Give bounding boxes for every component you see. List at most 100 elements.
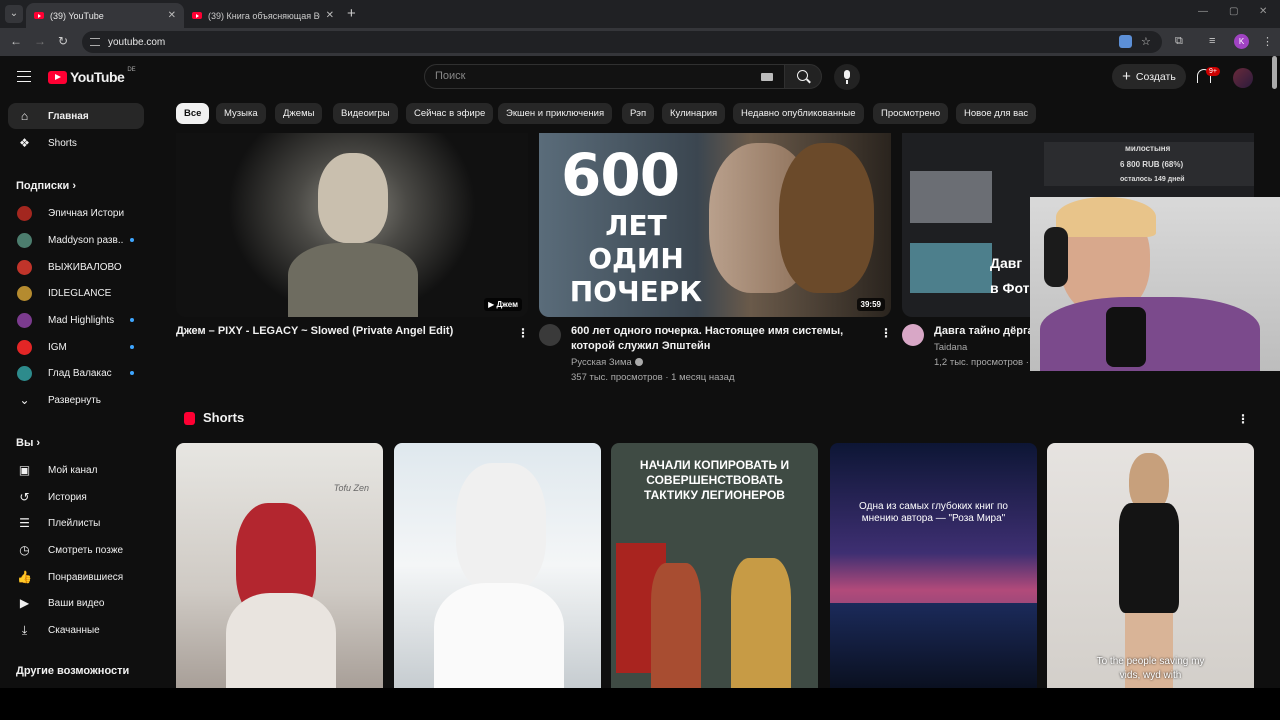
tab-close-icon[interactable]: ✕ (168, 10, 176, 21)
browser-tab-youtube[interactable]: (39) YouTube ✕ (26, 3, 184, 28)
youtube-logo[interactable]: YouTube DE (48, 67, 136, 85)
browser-menu-icon[interactable]: ⋮ (1262, 35, 1273, 48)
chip-music[interactable]: Музыка (216, 103, 266, 124)
sidebar-item-playlists[interactable]: ☰ Плейлисты (8, 510, 144, 536)
video-thumbnail[interactable]: 600 ЛЕТ ОДИН ПОЧЕРК 39:59 (539, 133, 891, 317)
webcam-shirt (1040, 297, 1260, 371)
account-avatar[interactable] (1233, 68, 1253, 88)
sidebar-item-shorts[interactable]: ❖ Shorts (8, 130, 144, 156)
chip-recent[interactable]: Недавно опубликованные (733, 103, 864, 124)
chip-rap[interactable]: Рэп (622, 103, 655, 124)
minimize-button[interactable]: — (1198, 6, 1208, 17)
short-card[interactable] (394, 443, 601, 688)
short-card[interactable]: Tofu Zen (176, 443, 383, 688)
search-icon (797, 70, 808, 81)
forward-icon[interactable]: → (34, 34, 46, 48)
reload-icon[interactable]: ↻ (58, 34, 68, 48)
channel-avatar[interactable] (539, 324, 561, 346)
sidebar-item-label: Понравившиеся (48, 571, 124, 583)
close-window-button[interactable]: ✕ (1259, 6, 1267, 17)
short-card[interactable]: НАЧАЛИ КОПИРОВАТЬ И СОВЕРШЕНСТВОВАТЬ ТАК… (611, 443, 818, 688)
video-title[interactable]: Давга тайно дёрган (934, 324, 1030, 339)
chip-watched[interactable]: Просмотрено (873, 103, 949, 124)
maximize-button[interactable]: ▢ (1229, 6, 1238, 17)
youtube-favicon-icon (34, 12, 44, 19)
create-label: Создать (1135, 70, 1176, 83)
video-title[interactable]: 600 лет одного почерка. Настоящее имя си… (571, 324, 876, 354)
search-button[interactable] (784, 64, 822, 89)
verified-icon (634, 358, 643, 366)
thumbnail-image (910, 171, 992, 223)
browser-address-bar: ← → ↻ youtube.com ☆ ⧉ ≡ K ⋮ (0, 28, 1280, 56)
more-actions-icon[interactable]: ⋮ (880, 326, 892, 340)
subscriptions-title: Подписки (16, 180, 70, 192)
subscription-item[interactable]: Mad Highlights (8, 307, 144, 333)
subscription-item[interactable]: Эпичная История (8, 200, 144, 226)
create-button[interactable]: + Создать (1112, 64, 1186, 89)
chip-action[interactable]: Экшен и приключения (498, 103, 613, 124)
short-caption: To the people saving my vids, wyd with (1096, 656, 1205, 681)
sidebar-item-history[interactable]: ↺ История (8, 484, 144, 510)
subscription-item[interactable]: Maddyson разв... (8, 227, 144, 253)
page-scrollbar[interactable] (1272, 56, 1277, 89)
channel-avatar[interactable] (902, 324, 924, 346)
sidebar-item-your-videos[interactable]: ▶ Ваши видео (8, 590, 144, 616)
site-settings-icon[interactable] (90, 38, 100, 46)
tab-search-button[interactable]: ⌄ (5, 5, 23, 23)
browser-tab-book[interactable]: (39) Книга объясняющая ВСЁ ✕ (184, 3, 342, 28)
new-tab-button[interactable]: + (347, 5, 356, 22)
you-heading[interactable]: Вы › (16, 437, 40, 449)
subscription-item[interactable]: IGM (8, 334, 144, 360)
channel-name: Mad Highlights (48, 314, 115, 326)
video-stats: 1,2 тыс. просмотров · (934, 357, 1029, 368)
donation-days: осталось 149 дней (1120, 176, 1185, 183)
channel-name[interactable]: Taidana (934, 340, 967, 355)
shorts-icon: ❖ (19, 136, 30, 150)
subscription-item[interactable]: ВЫЖИВАЛОВО (8, 254, 144, 280)
short-card[interactable]: To the people saving my vids, wyd with (1047, 443, 1254, 688)
sidebar-item-my-channel[interactable]: ▣ Мой канал (8, 457, 144, 483)
thumbnail-figure (288, 243, 418, 317)
chip-jams[interactable]: Джемы (275, 103, 323, 124)
bookmark-star-icon[interactable]: ☆ (1141, 35, 1151, 48)
thumbnail-figure (779, 143, 874, 293)
chip-all[interactable]: Все (176, 103, 210, 124)
media-control-icon[interactable]: ≡ (1209, 35, 1215, 47)
extensions-icon[interactable]: ⧉ (1175, 35, 1183, 48)
keyboard-icon[interactable] (761, 73, 773, 81)
subscription-item[interactable]: Глад Валакас (8, 360, 144, 386)
microphone (1106, 307, 1146, 367)
back-icon[interactable]: ← (10, 34, 22, 48)
tab-close-icon[interactable]: ✕ (326, 10, 334, 21)
video-title[interactable]: Джем – PIXY - LEGACY ~ Slowed (Private A… (176, 324, 506, 339)
search-input[interactable]: Поиск (424, 64, 786, 89)
short-figure (731, 558, 791, 688)
voice-search-icon[interactable] (834, 64, 860, 90)
sidebar-item-home[interactable]: ⌂ Главная (8, 103, 144, 129)
translate-icon[interactable] (1119, 35, 1132, 48)
caption-line: ОДИН (588, 242, 684, 275)
short-card[interactable]: Одна из самых глубоких книг по мнению ав… (830, 443, 1037, 688)
sidebar-item-downloads[interactable]: ⤓ Скачанные (8, 617, 144, 643)
new-content-dot (130, 371, 134, 375)
chip-gaming[interactable]: Видеоигры (333, 103, 398, 124)
sidebar-item-label: Плейлисты (48, 517, 101, 529)
video-duration: 39:59 (856, 298, 885, 311)
subscriptions-heading[interactable]: Подписки › (16, 180, 76, 192)
chip-live[interactable]: Сейчас в эфире (406, 103, 494, 124)
chip-new[interactable]: Новое для вас (956, 103, 1037, 124)
sidebar-item-watch-later[interactable]: ◷ Смотреть позже (8, 537, 144, 563)
subscription-item[interactable]: IDLEGLANCE (8, 280, 144, 306)
video-thumbnail[interactable]: ▶ Джем (176, 133, 528, 317)
menu-icon[interactable] (17, 71, 31, 82)
chip-cooking[interactable]: Кулинария (662, 103, 726, 124)
sidebar-item-liked[interactable]: 👍 Понравившиеся (8, 564, 144, 590)
url-field[interactable]: youtube.com (82, 31, 1162, 53)
new-content-dot (130, 318, 134, 322)
youtube-favicon-icon (192, 12, 202, 19)
expand-button[interactable]: ⌄ Развернуть (8, 387, 144, 413)
channel-name[interactable]: Русская Зима (571, 355, 643, 370)
more-actions-icon[interactable]: ⋮ (517, 326, 529, 340)
more-actions-icon[interactable]: ⋮ (1237, 412, 1249, 426)
browser-profile-avatar[interactable]: K (1234, 34, 1249, 49)
